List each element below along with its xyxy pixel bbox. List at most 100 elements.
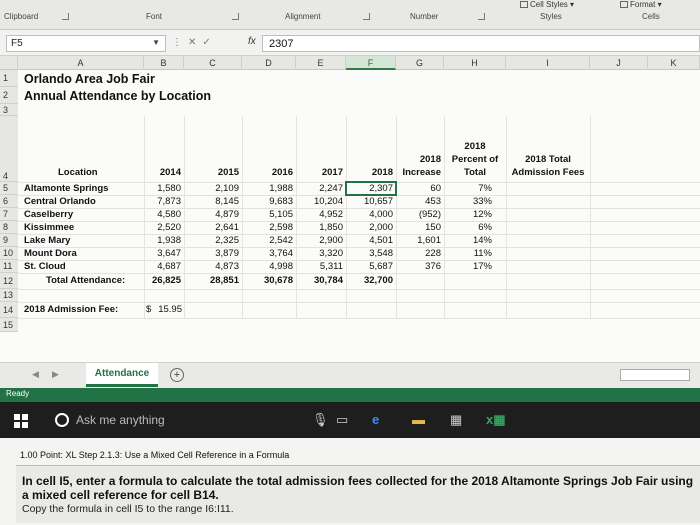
cell-location[interactable]: Altamonte Springs — [24, 183, 142, 194]
cell-v2014[interactable]: 4,687 — [144, 261, 181, 272]
cell-percent[interactable]: 33% — [444, 196, 492, 207]
file-explorer-icon[interactable]: ▬ — [412, 412, 425, 427]
ribbon-group-alignment[interactable]: Alignment — [285, 12, 321, 21]
header-location[interactable]: Location — [58, 167, 98, 178]
font-launcher-icon[interactable] — [232, 13, 239, 20]
column-header-c[interactable]: C — [184, 56, 242, 70]
cell-increase[interactable]: 228 — [396, 248, 441, 259]
cell-increase[interactable]: (952) — [396, 209, 441, 220]
row-header-4[interactable]: 4 — [0, 116, 18, 182]
cell-increase[interactable]: 376 — [396, 261, 441, 272]
column-header-g[interactable]: G — [396, 56, 444, 70]
cell-v2015[interactable]: 2,641 — [184, 222, 239, 233]
cell-v2015[interactable]: 2,325 — [184, 235, 239, 246]
total-2015[interactable]: 28,851 — [184, 275, 239, 286]
header-2014[interactable]: 2014 — [144, 167, 181, 178]
cell-location[interactable]: Caselberry — [24, 209, 142, 220]
cell-v2017[interactable]: 10,204 — [296, 196, 343, 207]
active-cell-selection[interactable] — [345, 181, 397, 196]
cell-increase[interactable]: 150 — [396, 222, 441, 233]
cell-location[interactable]: St. Cloud — [24, 261, 142, 272]
cell-increase[interactable]: 453 — [396, 196, 441, 207]
header-2016[interactable]: 2016 — [242, 167, 293, 178]
tab-scroll-left-icon[interactable]: ◀ — [32, 369, 39, 380]
column-header-e[interactable]: E — [296, 56, 346, 70]
cell-v2015[interactable]: 8,145 — [184, 196, 239, 207]
worksheet-grid[interactable]: A B C D E F G H I J K 1 2 3 4 5 6 7 8 9 … — [0, 56, 700, 362]
ribbon-group-font[interactable]: Font — [146, 12, 162, 21]
header-2017[interactable]: 2017 — [296, 167, 343, 178]
taskbar-search-input[interactable]: Ask me anything — [76, 413, 165, 427]
row-header-10[interactable]: 10 — [0, 247, 18, 260]
cell-increase[interactable]: 60 — [396, 183, 441, 194]
row-header-3[interactable]: 3 — [0, 104, 18, 116]
name-box[interactable]: F5 ▼ — [6, 35, 166, 52]
fee-value[interactable]: 15.95 — [156, 304, 182, 315]
cell-v2018[interactable]: 2,000 — [346, 222, 393, 233]
column-header-d[interactable]: D — [242, 56, 296, 70]
cell-percent[interactable]: 6% — [444, 222, 492, 233]
row-header-5[interactable]: 5 — [0, 182, 18, 195]
cell-v2014[interactable]: 4,580 — [144, 209, 181, 220]
cancel-icon[interactable]: ✕ — [188, 37, 202, 48]
formula-input[interactable]: 2307 — [262, 35, 700, 52]
fx-icon[interactable]: fx — [248, 36, 256, 47]
cell-percent[interactable]: 7% — [444, 183, 492, 194]
cell-v2016[interactable]: 2,542 — [242, 235, 293, 246]
cell-v2017[interactable]: 2,247 — [296, 183, 343, 194]
total-2014[interactable]: 26,825 — [144, 275, 181, 286]
add-sheet-icon[interactable]: + — [170, 368, 184, 382]
row-header-6[interactable]: 6 — [0, 195, 18, 208]
alignment-launcher-icon[interactable] — [363, 13, 370, 20]
row-header-7[interactable]: 7 — [0, 208, 18, 221]
row-header-14[interactable]: 14 — [0, 302, 18, 318]
cell-v2015[interactable]: 2,109 — [184, 183, 239, 194]
tab-attendance[interactable]: Attendance — [86, 363, 158, 387]
cell-location[interactable]: Kissimmee — [24, 222, 142, 233]
header-2015[interactable]: 2015 — [184, 167, 239, 178]
edge-browser-icon[interactable]: e — [372, 412, 379, 427]
cell-v2015[interactable]: 4,873 — [184, 261, 239, 272]
cell-v2016[interactable]: 9,683 — [242, 196, 293, 207]
check-icon[interactable]: ✓ — [202, 37, 216, 48]
windows-start-icon[interactable] — [14, 414, 28, 428]
row-header-12[interactable]: 12 — [0, 273, 18, 289]
row-header-13[interactable]: 13 — [0, 289, 18, 302]
cell-v2015[interactable]: 4,879 — [184, 209, 239, 220]
cell-location[interactable]: Central Orlando — [24, 196, 142, 207]
cell-styles-button[interactable]: Cell Styles ▾ — [520, 0, 574, 9]
store-icon[interactable]: ▦ — [450, 412, 462, 428]
cell-increase[interactable]: 1,601 — [396, 235, 441, 246]
cell-v2014[interactable]: 7,873 — [144, 196, 181, 207]
cell-location[interactable]: Lake Mary — [24, 235, 142, 246]
total-2017[interactable]: 30,784 — [296, 275, 343, 286]
cell-v2018[interactable]: 5,687 — [346, 261, 393, 272]
cell-v2016[interactable]: 4,998 — [242, 261, 293, 272]
column-header-h[interactable]: H — [444, 56, 506, 70]
cell-v2016[interactable]: 3,764 — [242, 248, 293, 259]
cell-v2016[interactable]: 1,988 — [242, 183, 293, 194]
column-header-a[interactable]: A — [18, 56, 144, 70]
task-view-icon[interactable]: ▭ — [336, 412, 348, 428]
number-launcher-icon[interactable] — [478, 13, 485, 20]
sheet-title[interactable]: Orlando Area Job Fair — [24, 72, 155, 86]
ribbon-group-clipboard[interactable]: Clipboard — [4, 12, 38, 21]
total-label[interactable]: Total Attendance: — [46, 275, 125, 286]
cell-v2018[interactable]: 4,000 — [346, 209, 393, 220]
cell-v2016[interactable]: 5,105 — [242, 209, 293, 220]
column-header-k[interactable]: K — [648, 56, 700, 70]
column-header-b[interactable]: B — [144, 56, 184, 70]
header-increase[interactable]: Increase — [396, 167, 441, 178]
cell-v2014[interactable]: 3,647 — [144, 248, 181, 259]
header-fees[interactable]: Admission Fees — [506, 167, 590, 178]
cortana-icon[interactable] — [55, 413, 69, 427]
cell-v2017[interactable]: 4,952 — [296, 209, 343, 220]
cell-percent[interactable]: 17% — [444, 261, 492, 272]
cell-percent[interactable]: 12% — [444, 209, 492, 220]
cell-v2018[interactable]: 3,548 — [346, 248, 393, 259]
sheet-subtitle[interactable]: Annual Attendance by Location — [24, 89, 211, 103]
cell-percent[interactable]: 11% — [444, 248, 492, 259]
row-header-8[interactable]: 8 — [0, 221, 18, 234]
column-header-f[interactable]: F — [346, 56, 396, 70]
cell-v2014[interactable]: 1,580 — [144, 183, 181, 194]
